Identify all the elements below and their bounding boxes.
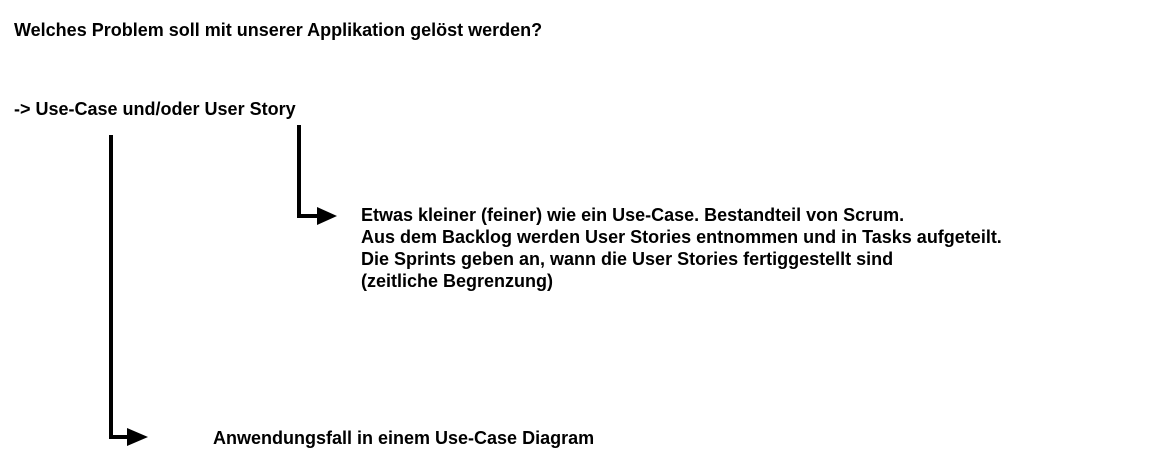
user-story-connector-line — [297, 125, 320, 218]
user-story-arrowhead — [317, 207, 337, 225]
user-story-line: Aus dem Backlog werden User Stories entn… — [361, 227, 1002, 247]
use-case-arrowhead — [127, 428, 148, 446]
use-case-description: Anwendungsfall in einem Use-Case Diagram — [213, 428, 595, 448]
use-case-connector — [109, 135, 148, 446]
use-case-connector-line — [109, 135, 130, 439]
user-story-line: (zeitliche Begrenzung) — [361, 271, 554, 291]
question-heading: Welches Problem soll mit unserer Applika… — [14, 20, 543, 40]
user-story-line: Die Sprints geben an, wann die User Stor… — [361, 249, 894, 269]
use-case-user-story-heading: -> Use-Case und/oder User Story — [14, 99, 296, 119]
user-story-connector — [297, 125, 337, 225]
user-story-description: Etwas kleiner (feiner) wie ein Use-Case.… — [361, 204, 1002, 292]
user-story-line: Etwas kleiner (feiner) wie ein Use-Case.… — [361, 205, 905, 225]
